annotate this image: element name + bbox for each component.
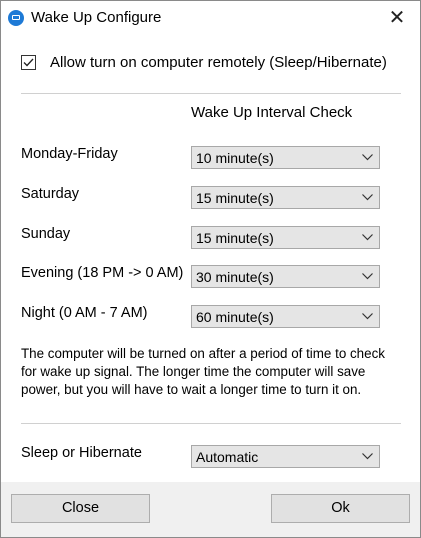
sleep-mode-label: Sleep or Hibernate: [21, 445, 142, 461]
allow-remote-label[interactable]: Allow turn on computer remotely (Sleep/H…: [50, 54, 387, 71]
chevron-down-icon: [362, 273, 373, 280]
night-interval-select[interactable]: 60 minute(s): [191, 305, 380, 328]
interval-header: Wake Up Interval Check: [191, 104, 353, 121]
allow-remote-checkbox[interactable]: [21, 55, 36, 70]
checkmark-icon: [23, 58, 34, 67]
sleep-mode-select[interactable]: Automatic: [191, 445, 380, 468]
dialog-footer: Close Ok: [1, 482, 420, 537]
schedule-label-evening: Evening (18 PM -> 0 AM): [21, 265, 184, 281]
wake-up-configure-dialog: Wake Up Configure ✕ Allow turn on comput…: [0, 0, 421, 538]
evening-interval-select[interactable]: 30 minute(s): [191, 265, 380, 288]
select-value: 60 minute(s): [196, 309, 274, 325]
chevron-down-icon: [362, 154, 373, 161]
info-note: The computer will be turned on after a p…: [21, 346, 385, 397]
saturday-interval-select[interactable]: 15 minute(s): [191, 186, 380, 209]
window-title: Wake Up Configure: [31, 9, 162, 26]
close-window-icon[interactable]: ✕: [384, 5, 410, 31]
select-value: 10 minute(s): [196, 150, 274, 166]
sunday-interval-select[interactable]: 15 minute(s): [191, 226, 380, 249]
app-icon: [8, 10, 24, 26]
select-value: Automatic: [196, 449, 259, 465]
divider: [21, 423, 401, 424]
select-value: 30 minute(s): [196, 269, 274, 285]
chevron-down-icon: [362, 313, 373, 320]
schedule-label-night: Night (0 AM - 7 AM): [21, 305, 148, 321]
chevron-down-icon: [362, 194, 373, 201]
divider: [21, 93, 401, 94]
chevron-down-icon: [362, 453, 373, 460]
close-button[interactable]: Close: [11, 494, 150, 523]
select-value: 15 minute(s): [196, 190, 274, 206]
select-value: 15 minute(s): [196, 230, 274, 246]
schedule-label-saturday: Saturday: [21, 186, 80, 202]
chevron-down-icon: [362, 234, 373, 241]
weekday-interval-select[interactable]: 10 minute(s): [191, 146, 380, 169]
schedule-label-sunday: Sunday: [21, 226, 71, 242]
title-bar: Wake Up Configure ✕: [1, 1, 420, 35]
schedule-label-weekday: Monday-Friday: [21, 146, 118, 162]
ok-button[interactable]: Ok: [271, 494, 410, 523]
